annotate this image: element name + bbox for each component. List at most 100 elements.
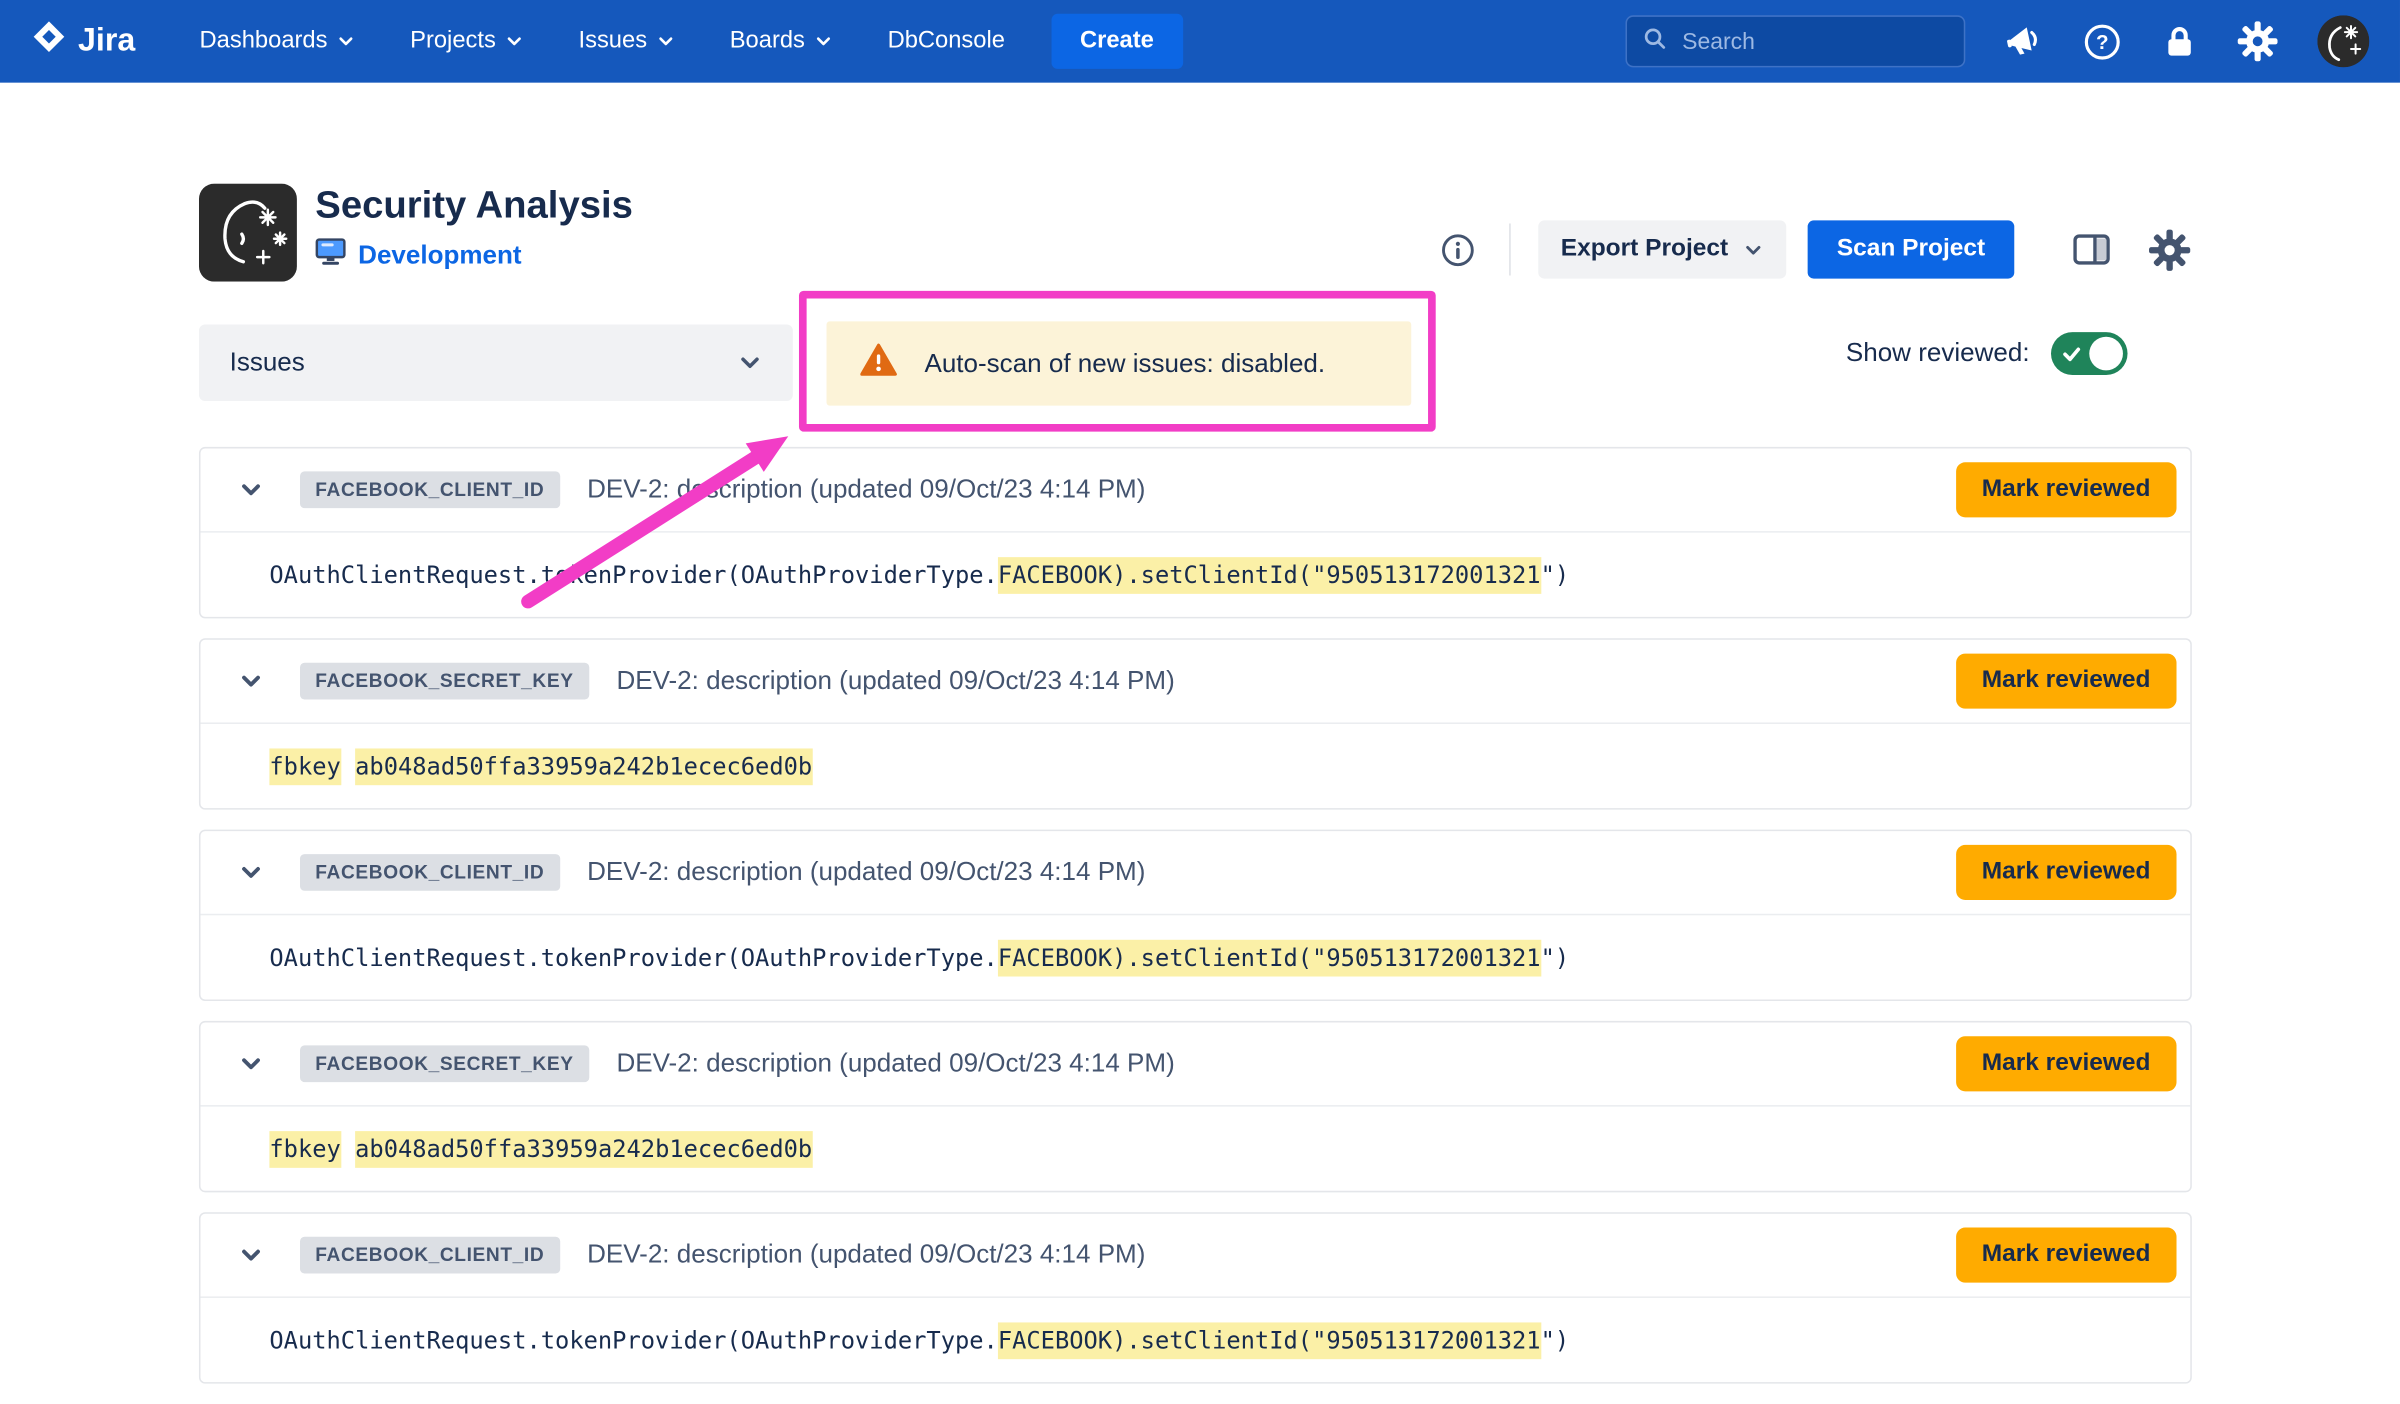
help-icon[interactable]: ? bbox=[2082, 21, 2123, 62]
code-highlight: FACEBOOK).setClientId("950513172001321 bbox=[998, 556, 1541, 593]
svg-text:?: ? bbox=[2096, 30, 2109, 53]
nav-menu: Dashboards Projects Issues Boards DbCons… bbox=[200, 28, 1005, 56]
project-settings-gear-icon[interactable] bbox=[2147, 227, 2191, 271]
divider bbox=[1509, 223, 1511, 275]
chevron-down-icon bbox=[738, 351, 762, 375]
announcement-icon[interactable] bbox=[2004, 21, 2044, 61]
warning-message: Auto-scan of new issues: disabled. bbox=[924, 348, 1325, 379]
project-link-development[interactable]: Development bbox=[358, 240, 521, 271]
nav-item-dbconsole[interactable]: DbConsole bbox=[888, 28, 1005, 56]
settings-gear-icon[interactable] bbox=[2236, 20, 2279, 63]
issue-card-body: OAuthClientRequest.tokenProvider(OAuthPr… bbox=[201, 915, 2191, 999]
chevron-down-icon bbox=[814, 32, 832, 50]
code-text bbox=[341, 1135, 355, 1163]
chevron-down-icon[interactable] bbox=[239, 1243, 263, 1267]
code-text: OAuthClientRequest.tokenProvider(OAuthPr… bbox=[269, 944, 997, 972]
mark-reviewed-button[interactable]: Mark reviewed bbox=[1956, 845, 2177, 900]
nav-item-issues[interactable]: Issues bbox=[578, 28, 674, 56]
show-reviewed-toggle[interactable] bbox=[2051, 332, 2128, 375]
issue-card-body: fbkey ab048ad50ffa33959a242b1ecec6ed0b bbox=[201, 1107, 2191, 1191]
header-actions: Export Project Scan Project bbox=[1440, 220, 2192, 278]
issues-filter-value: Issues bbox=[230, 347, 305, 378]
top-navigation: Jira Dashboards Projects Issues Boards D… bbox=[0, 0, 2400, 83]
jira-logo-icon bbox=[31, 18, 68, 64]
code-highlight: FACEBOOK).setClientId("950513172001321 bbox=[998, 1322, 1541, 1359]
issue-code-snippet: fbkey ab048ad50ffa33959a242b1ecec6ed0b bbox=[269, 1135, 812, 1163]
chevron-down-icon[interactable] bbox=[239, 1052, 263, 1076]
project-avatar bbox=[199, 184, 297, 282]
issue-card-body: OAuthClientRequest.tokenProvider(OAuthPr… bbox=[201, 533, 2191, 617]
project-category-icon bbox=[315, 237, 346, 274]
issue-title: DEV-2: description (updated 09/Oct/23 4:… bbox=[616, 1048, 1174, 1079]
issue-card-header: FACEBOOK_SECRET_KEY DEV-2: description (… bbox=[201, 640, 2191, 724]
issue-card-body: fbkey ab048ad50ffa33959a242b1ecec6ed0b bbox=[201, 724, 2191, 808]
scan-project-button[interactable]: Scan Project bbox=[1808, 220, 2015, 278]
search-input[interactable] bbox=[1679, 27, 1948, 56]
issue-card: FACEBOOK_CLIENT_ID DEV-2: description (u… bbox=[199, 1212, 2192, 1383]
create-button[interactable]: Create bbox=[1051, 14, 1183, 69]
issue-type-badge: FACEBOOK_CLIENT_ID bbox=[300, 471, 560, 508]
issue-title: DEV-2: description (updated 09/Oct/23 4:… bbox=[587, 1240, 1145, 1271]
code-highlight: FACEBOOK).setClientId("950513172001321 bbox=[998, 939, 1541, 976]
global-search[interactable] bbox=[1625, 15, 1965, 67]
issue-card-header: FACEBOOK_SECRET_KEY DEV-2: description (… bbox=[201, 1022, 2191, 1106]
code-text: OAuthClientRequest.tokenProvider(OAuthPr… bbox=[269, 1326, 997, 1354]
issue-code-snippet: OAuthClientRequest.tokenProvider(OAuthPr… bbox=[269, 561, 1569, 589]
issue-code-snippet: OAuthClientRequest.tokenProvider(OAuthPr… bbox=[269, 1326, 1569, 1354]
mark-reviewed-button[interactable]: Mark reviewed bbox=[1956, 1228, 2177, 1283]
code-highlight: ab048ad50ffa33959a242b1ecec6ed0b bbox=[355, 748, 812, 785]
issue-list: FACEBOOK_CLIENT_ID DEV-2: description (u… bbox=[199, 447, 2192, 1404]
page-title: Security Analysis bbox=[315, 181, 633, 230]
issue-card: FACEBOOK_SECRET_KEY DEV-2: description (… bbox=[199, 1021, 2192, 1192]
main-content: Security Analysis Development Export Pro… bbox=[199, 83, 2192, 1395]
jira-logo[interactable]: Jira bbox=[31, 18, 136, 64]
chevron-down-icon[interactable] bbox=[239, 478, 263, 502]
jira-logo-text: Jira bbox=[78, 23, 135, 60]
issue-title: DEV-2: description (updated 09/Oct/23 4:… bbox=[587, 474, 1145, 505]
title-block: Security Analysis Development bbox=[315, 181, 633, 274]
search-icon bbox=[1642, 25, 1666, 57]
show-reviewed-control: Show reviewed: bbox=[1846, 332, 2128, 375]
code-text bbox=[341, 752, 355, 780]
mark-reviewed-button[interactable]: Mark reviewed bbox=[1956, 1036, 2177, 1091]
issue-type-badge: FACEBOOK_CLIENT_ID bbox=[300, 1237, 560, 1274]
code-highlight: fbkey bbox=[269, 1130, 340, 1167]
chevron-down-icon bbox=[337, 32, 355, 50]
issue-type-badge: FACEBOOK_SECRET_KEY bbox=[300, 1045, 589, 1082]
toolbar: Issues Auto-scan of new issues: disabled… bbox=[199, 324, 2192, 408]
issue-card: FACEBOOK_CLIENT_ID DEV-2: description (u… bbox=[199, 830, 2192, 1001]
user-avatar[interactable] bbox=[2317, 15, 2369, 67]
code-text: ") bbox=[1541, 1326, 1570, 1354]
info-icon[interactable] bbox=[1440, 232, 1475, 267]
warning-icon bbox=[860, 343, 897, 384]
page-header: Security Analysis Development Export Pro… bbox=[199, 184, 2192, 294]
nav-item-boards[interactable]: Boards bbox=[730, 28, 833, 56]
project-row: Development bbox=[315, 237, 633, 274]
issue-card: FACEBOOK_SECRET_KEY DEV-2: description (… bbox=[199, 638, 2192, 809]
nav-right-cluster: ? bbox=[1625, 15, 2369, 67]
issue-title: DEV-2: description (updated 09/Oct/23 4:… bbox=[616, 666, 1174, 697]
auto-scan-warning-banner: Auto-scan of new issues: disabled. bbox=[827, 321, 1412, 405]
lock-icon[interactable] bbox=[2161, 23, 2198, 60]
issues-filter-select[interactable]: Issues bbox=[199, 324, 793, 401]
code-highlight: fbkey bbox=[269, 748, 340, 785]
issue-card-header: FACEBOOK_CLIENT_ID DEV-2: description (u… bbox=[201, 831, 2191, 915]
code-text: OAuthClientRequest.tokenProvider(OAuthPr… bbox=[269, 561, 997, 589]
code-text: ") bbox=[1541, 944, 1570, 972]
details-panel-icon[interactable] bbox=[2072, 233, 2110, 267]
chevron-down-icon[interactable] bbox=[239, 860, 263, 884]
mark-reviewed-button[interactable]: Mark reviewed bbox=[1956, 654, 2177, 709]
chevron-down-icon[interactable] bbox=[239, 669, 263, 693]
nav-item-projects[interactable]: Projects bbox=[410, 28, 523, 56]
chevron-down-icon bbox=[505, 32, 523, 50]
issue-type-badge: FACEBOOK_SECRET_KEY bbox=[300, 663, 589, 700]
mark-reviewed-button[interactable]: Mark reviewed bbox=[1956, 462, 2177, 517]
show-reviewed-label: Show reviewed: bbox=[1846, 338, 2030, 369]
check-icon bbox=[2062, 344, 2082, 364]
issue-card: FACEBOOK_CLIENT_ID DEV-2: description (u… bbox=[199, 447, 2192, 618]
export-project-button[interactable]: Export Project bbox=[1538, 220, 1787, 278]
issue-card-body: OAuthClientRequest.tokenProvider(OAuthPr… bbox=[201, 1298, 2191, 1382]
nav-item-dashboards[interactable]: Dashboards bbox=[200, 28, 355, 56]
chevron-down-icon bbox=[656, 32, 674, 50]
toggle-knob bbox=[2089, 337, 2123, 371]
